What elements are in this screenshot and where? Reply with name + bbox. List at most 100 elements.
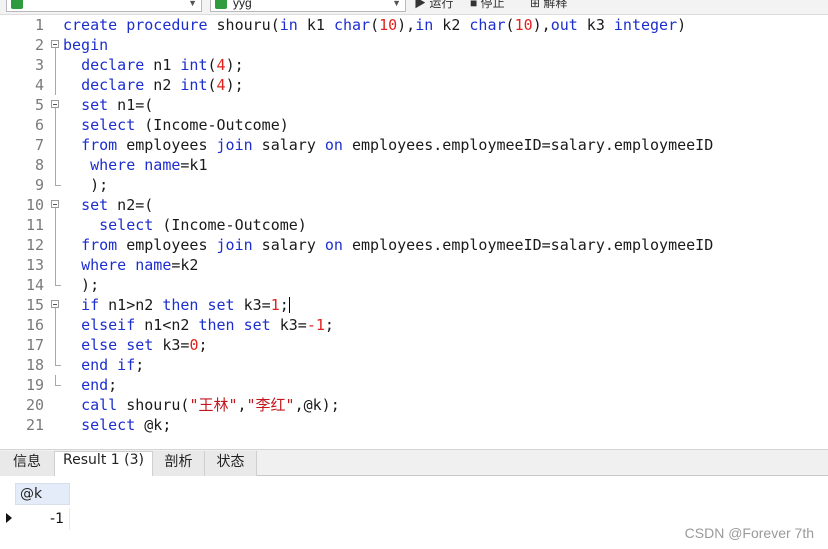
line-number: 15: [25, 296, 44, 314]
code-text: from employees join salary on employees.…: [63, 235, 713, 255]
line-number: 11: [25, 216, 44, 234]
code-line[interactable]: 14 );: [0, 275, 828, 295]
sql-keyword: in: [415, 16, 434, 34]
sql-keyword: integer: [613, 16, 678, 34]
code-line[interactable]: 17 else set k3=0;: [0, 335, 828, 355]
sql-keyword: from: [81, 136, 118, 154]
column-header[interactable]: @k: [15, 483, 70, 505]
code-line[interactable]: 6 select (Income-Outcome): [0, 115, 828, 135]
line-number: 21: [25, 416, 44, 434]
sql-text: employees: [117, 136, 217, 154]
tab-info[interactable]: 信息: [0, 451, 55, 476]
sql-text: );: [63, 176, 109, 194]
sql-editor[interactable]: 1 create procedure shouru(in k1 char(10),…: [0, 15, 828, 445]
fold-toggle-icon[interactable]: [50, 95, 62, 115]
fold-guide: [50, 395, 62, 415]
sql-text: n2=(: [108, 196, 154, 214]
explain-button[interactable]: ⊞ 解释: [530, 0, 567, 11]
sql-keyword: create procedure: [63, 16, 208, 34]
code-line[interactable]: 1 create procedure shouru(in k1 char(10),…: [0, 15, 828, 35]
sql-query-window: ▼ yyg ▼ ▶ 运行 ■ 停止 ⊞ 解释 1 create procedure…: [0, 0, 828, 549]
code-line[interactable]: 19 end;: [0, 375, 828, 395]
code-line[interactable]: 20 call shouru("王林","李红",@k);: [0, 395, 828, 415]
code-line[interactable]: 7 from employees join salary on employee…: [0, 135, 828, 155]
fold-guide: [50, 15, 62, 35]
code-line[interactable]: 21 select @k;: [0, 415, 828, 435]
code-text: create procedure shouru(in k1 char(10),i…: [63, 15, 686, 35]
fold-toggle-icon[interactable]: [50, 295, 62, 315]
sql-text: ;: [198, 336, 208, 354]
sql-keyword: select: [81, 416, 136, 434]
sql-keyword: else: [81, 336, 118, 354]
result-cell[interactable]: -1: [15, 508, 70, 530]
sql-text: (Income-Outcome): [135, 116, 289, 134]
code-line[interactable]: 15 if n1>n2 then set k3=1;: [0, 295, 828, 315]
sql-text: ;: [279, 296, 289, 314]
database-selector[interactable]: yyg ▼: [210, 0, 406, 12]
chevron-down-icon: ▼: [392, 0, 401, 8]
code-line[interactable]: 3 declare n1 int(4);: [0, 55, 828, 75]
code-line[interactable]: 8 where name=k1: [0, 155, 828, 175]
fold-toggle-icon[interactable]: [50, 195, 62, 215]
code-line[interactable]: 16 elseif n1<n2 then set k3=-1;: [0, 315, 828, 335]
sql-text: k3=: [153, 336, 190, 354]
sql-text: @k;: [135, 416, 172, 434]
code-text: set n2=(: [63, 195, 153, 215]
code-line[interactable]: 9 );: [0, 175, 828, 195]
code-line[interactable]: 2 begin: [0, 35, 828, 55]
code-line[interactable]: 18 end if;: [0, 355, 828, 375]
fold-guide: [50, 115, 62, 135]
code-line[interactable]: 13 where name=k2: [0, 255, 828, 275]
sql-keyword: end if: [81, 356, 136, 374]
sql-keyword: set: [126, 336, 154, 354]
text-cursor: [288, 297, 290, 313]
sql-keyword: int: [180, 76, 208, 94]
sql-text: salary: [252, 136, 325, 154]
sql-keyword: in: [279, 16, 298, 34]
sql-keyword: elseif: [81, 316, 136, 334]
code-line[interactable]: 5 set n1=(: [0, 95, 828, 115]
fold-guide: [50, 355, 62, 375]
sql-keyword: int: [180, 56, 208, 74]
sql-text: ): [677, 16, 687, 34]
connection-selector[interactable]: ▼: [6, 0, 202, 12]
explain-label: 解释: [543, 0, 568, 10]
fold-guide: [50, 335, 62, 355]
code-text: elseif n1<n2 then set k3=-1;: [63, 315, 334, 335]
sql-keyword: set: [243, 316, 271, 334]
tab-profile[interactable]: 剖析: [153, 451, 205, 476]
sql-keyword: declare: [81, 76, 145, 94]
fold-guide: [50, 255, 62, 275]
code-line[interactable]: 12 from employees join salary on employe…: [0, 235, 828, 255]
line-number: 4: [34, 76, 44, 94]
code-text: end if;: [63, 355, 144, 375]
sql-text: (: [207, 56, 217, 74]
sql-text: n1<n2: [135, 316, 199, 334]
fold-toggle-icon[interactable]: [50, 35, 62, 55]
tab-status[interactable]: 状态: [205, 451, 257, 476]
tab-result-1[interactable]: Result 1 (3): [55, 451, 153, 476]
sql-number: -1: [306, 316, 325, 334]
fold-guide: [50, 155, 62, 175]
sql-keyword: where: [81, 256, 127, 274]
stop-button[interactable]: ■ 停止: [470, 0, 505, 11]
sql-text: n1: [144, 56, 181, 74]
fold-guide: [50, 275, 62, 295]
code-line[interactable]: 11 select (Income-Outcome): [0, 215, 828, 235]
code-text: where name=k2: [63, 255, 198, 275]
code-line[interactable]: 10 set n2=(: [0, 195, 828, 215]
sql-text: employees: [117, 236, 217, 254]
sql-text: );: [225, 56, 244, 74]
line-number: 17: [25, 336, 44, 354]
watermark: CSDN @Forever 7th: [684, 525, 814, 541]
sql-keyword: if: [81, 296, 100, 314]
sql-text: n1>n2: [99, 296, 163, 314]
run-button[interactable]: ▶ 运行: [414, 0, 453, 11]
code-line[interactable]: 4 declare n2 int(4);: [0, 75, 828, 95]
